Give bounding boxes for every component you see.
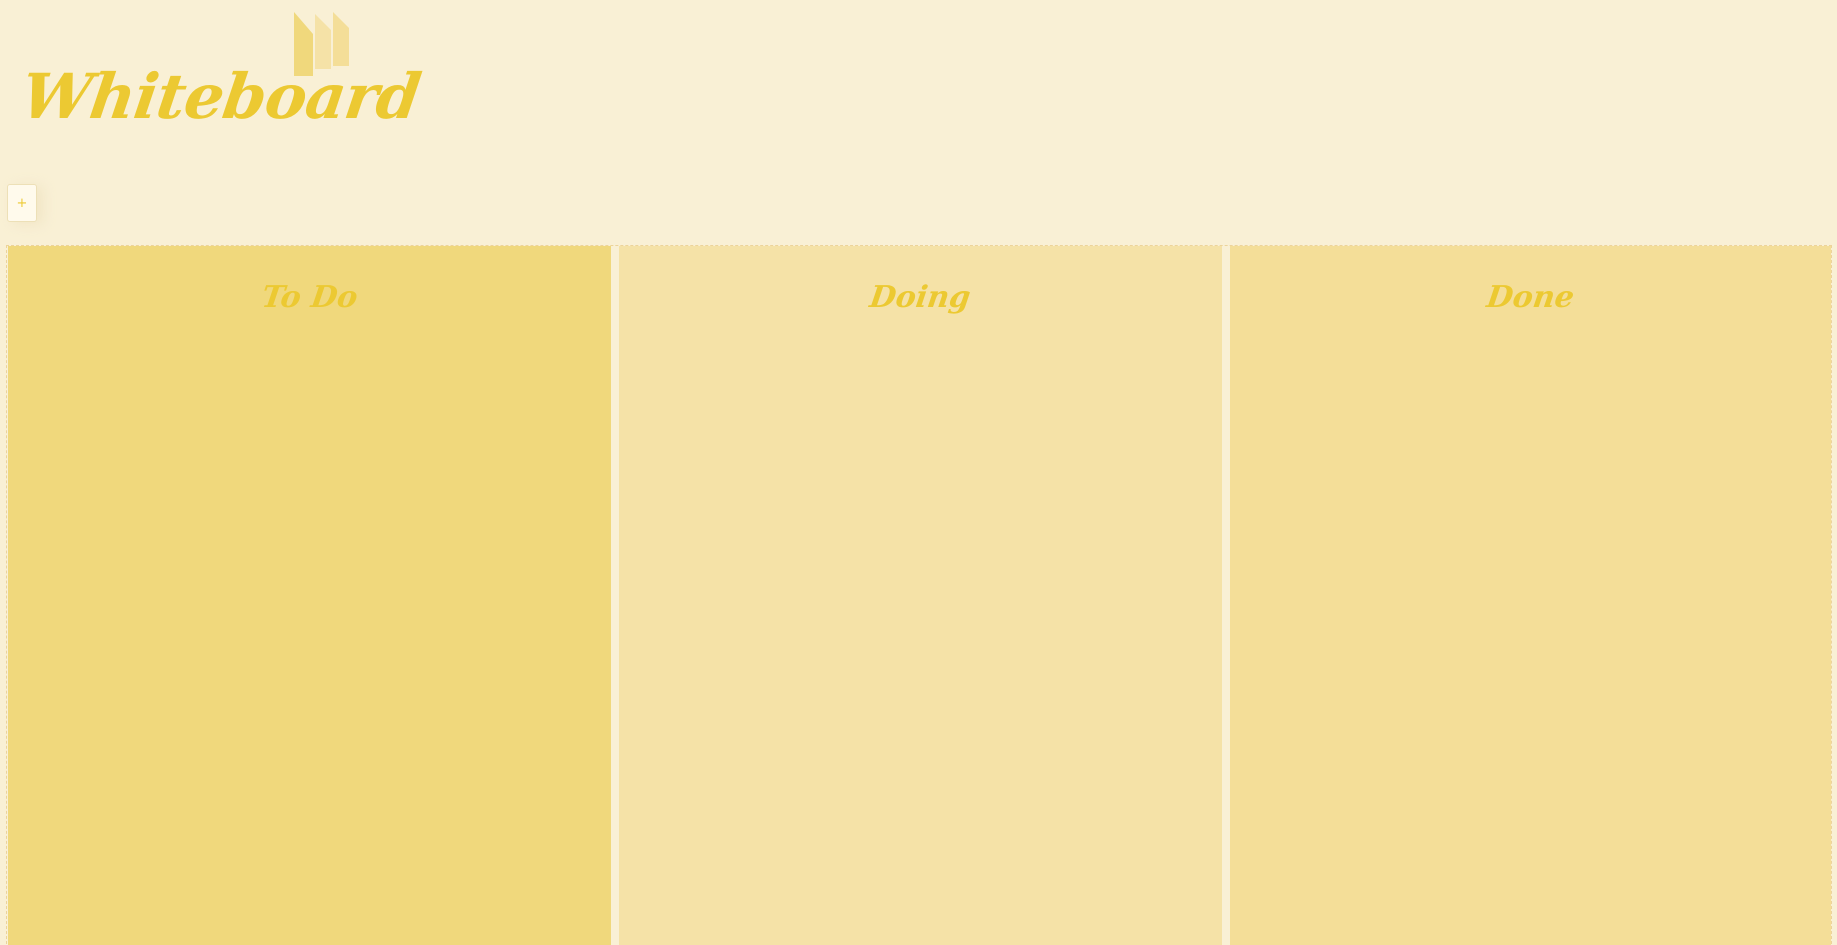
column-title-doing: Doing	[867, 280, 974, 315]
column-done[interactable]: Done	[1230, 246, 1831, 945]
column-doing[interactable]: Doing	[619, 246, 1222, 945]
app-title: Whiteboard	[16, 60, 425, 133]
bar-steps-icon	[294, 12, 349, 76]
column-todo[interactable]: To Do	[8, 246, 611, 945]
column-title-todo: To Do	[259, 280, 360, 315]
app-header: Whiteboard	[0, 0, 1837, 160]
column-title-done: Done	[1484, 280, 1577, 315]
app-logo: Whiteboard	[17, 48, 425, 133]
kanban-board: To Do Doing Done	[6, 245, 1832, 945]
add-task-button[interactable]: +	[7, 184, 37, 222]
